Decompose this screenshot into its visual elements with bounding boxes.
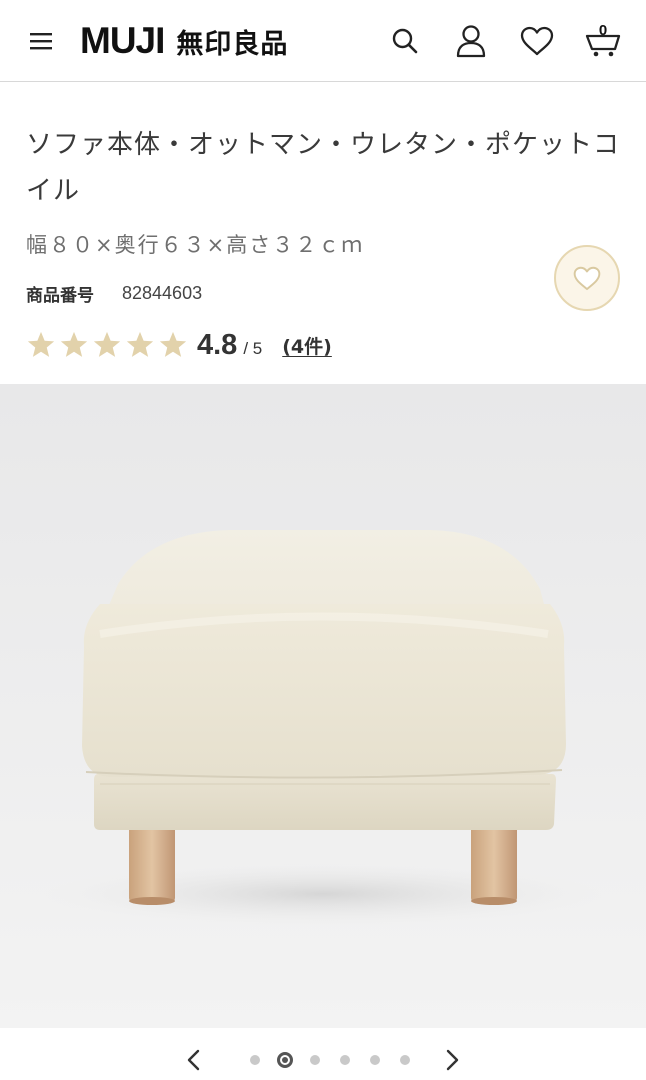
star-icon	[126, 331, 154, 357]
carousel-nav	[0, 1038, 646, 1080]
chevron-left-icon	[187, 1049, 200, 1071]
heart-icon	[573, 266, 601, 290]
product-title: ソファ本体・オットマン・ウレタン・ポケットコイル	[26, 130, 621, 206]
carousel-prev-button[interactable]	[180, 1046, 208, 1074]
carousel-dot[interactable]	[370, 1055, 380, 1065]
account-button[interactable]	[450, 20, 492, 62]
cart-button[interactable]: 0	[582, 20, 624, 62]
site-header: MUJI 無印良品 0	[0, 0, 646, 82]
account-icon	[456, 25, 486, 58]
search-icon	[392, 28, 418, 54]
heart-icon	[520, 26, 554, 56]
menu-button[interactable]	[26, 26, 56, 56]
product-code-row: 商品番号 82844603	[26, 279, 202, 307]
carousel-dot[interactable]	[340, 1055, 350, 1065]
star-icon	[159, 331, 187, 357]
favorites-button[interactable]	[516, 20, 558, 62]
logo-text-en: MUJI	[80, 20, 165, 61]
product-image[interactable]	[0, 384, 646, 1028]
rating-row: 4.8 / 5 (4件)	[26, 323, 332, 367]
logo-text-ja: 無印良品	[176, 29, 289, 60]
rating-value: 4.8	[197, 328, 238, 361]
product-size: 幅８０×奥行６３×高さ３２ｃｍ	[26, 233, 365, 257]
rating-stars	[26, 330, 188, 360]
carousel-dot[interactable]	[400, 1055, 410, 1065]
carousel-next-button[interactable]	[438, 1046, 466, 1074]
carousel-dot[interactable]	[250, 1055, 260, 1065]
carousel-dot[interactable]	[310, 1055, 320, 1065]
cart-count-badge: 0	[598, 22, 608, 39]
menu-icon	[30, 33, 52, 50]
carousel-dot[interactable]	[277, 1052, 293, 1068]
ottoman-image	[0, 384, 646, 1028]
search-button[interactable]	[384, 20, 426, 62]
add-to-favorites-button[interactable]	[554, 245, 620, 311]
product-code-value: 82844603	[122, 282, 203, 303]
muji-logo[interactable]: MUJI 無印良品	[80, 18, 288, 64]
product-code-label: 商品番号	[26, 285, 94, 306]
carousel-dots	[240, 1052, 420, 1068]
star-icon	[60, 331, 88, 357]
chevron-right-icon	[446, 1049, 459, 1071]
rating-max: / 5	[243, 339, 263, 358]
review-count-link[interactable]: (4件)	[282, 332, 332, 359]
star-icon	[27, 331, 55, 357]
star-icon	[93, 331, 121, 357]
